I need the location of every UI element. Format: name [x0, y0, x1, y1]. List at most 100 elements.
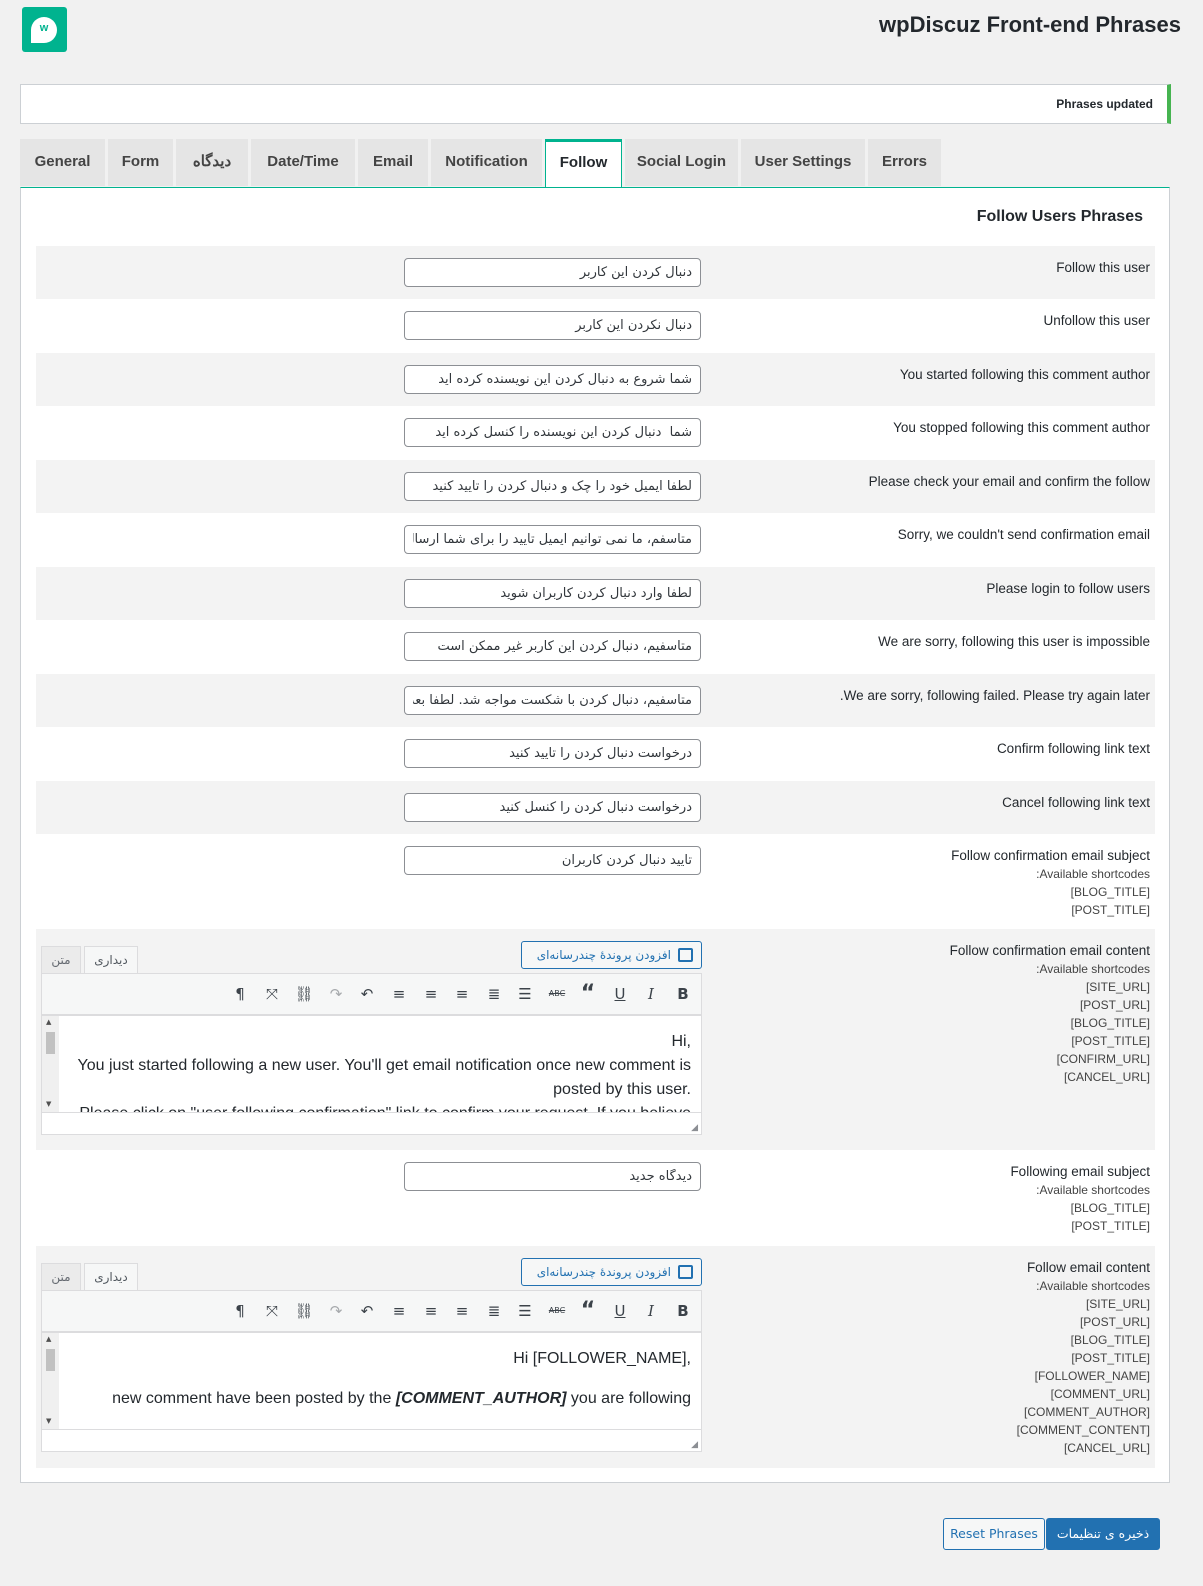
blockquote-icon[interactable]: “ — [577, 1300, 599, 1322]
phrase-row: You started following this comment autho… — [36, 353, 1155, 406]
blockquote-icon[interactable]: “ — [577, 983, 599, 1005]
phrase-label: Confirm following link text — [996, 741, 1150, 756]
phrase-row: Confirm following link text — [36, 727, 1155, 781]
phrase-label: Please check your email and confirm the … — [868, 474, 1150, 489]
phrase-label: Following email subject :Available short… — [1010, 1164, 1150, 1233]
fullscreen-icon[interactable]: ⤧ — [261, 1300, 283, 1322]
tab-social-login[interactable]: Social Login — [625, 139, 738, 186]
editor-text: Hi, You just started following a new use… — [77, 1033, 691, 1112]
phrase-label: .We are sorry, following failed. Please … — [839, 688, 1150, 703]
phrase-row: Sorry, we couldn't send confirmation ema… — [36, 513, 1155, 567]
phrases-panel: Follow Users Phrases Follow this user Un… — [20, 187, 1170, 1483]
add-media-button[interactable]: افزودن پروندهٔ چندرسانه‌ای — [521, 941, 702, 969]
phrase-label: Follow confirmation email subject :Avail… — [951, 848, 1150, 917]
media-icon — [678, 1265, 693, 1279]
phrase-input-check-email[interactable] — [404, 472, 701, 501]
reset-phrases-button[interactable]: Reset Phrases — [943, 1518, 1045, 1550]
logo-letter: w — [39, 22, 49, 34]
phrase-input-follow-impossible[interactable] — [404, 632, 701, 661]
editor-content[interactable]: ▲ ▼ Hi [FOLLOWER_NAME], new comment have … — [41, 1332, 702, 1430]
tab-form[interactable]: Form — [108, 139, 173, 186]
phrase-input-started-following[interactable] — [404, 365, 701, 394]
paragraph-direction-icon[interactable]: ¶ — [229, 983, 251, 1005]
phrase-row-follow-content: Follow email content :Available shortcod… — [36, 1246, 1155, 1468]
phrase-input-follow-failed[interactable] — [404, 686, 701, 715]
strikethrough-icon[interactable]: ABC — [546, 1300, 568, 1322]
phrase-label: Cancel following link text — [1002, 795, 1150, 810]
phrase-label: Follow this user — [1056, 260, 1150, 275]
align-left-icon[interactable]: ≡ — [451, 983, 473, 1005]
phrase-input-login-to-follow[interactable] — [404, 579, 701, 608]
tab-general[interactable]: General — [20, 139, 105, 186]
italic-icon[interactable]: I — [640, 1300, 662, 1322]
phrase-label: We are sorry, following this user is imp… — [878, 634, 1150, 649]
editor-toolbar: B I U “ ABC ☰ ≣ ≡ ≡ ≡ ↶ ↷ ⛓ ⤧ ¶ — [41, 973, 702, 1015]
fullscreen-icon[interactable]: ⤧ — [261, 983, 283, 1005]
bold-icon[interactable]: B — [672, 983, 694, 1005]
tab-notification[interactable]: Notification — [431, 139, 542, 186]
phrase-row: Cancel following link text — [36, 781, 1155, 834]
editor-content[interactable]: ▲ ▼ Hi, You just started following a new … — [41, 1015, 702, 1113]
strikethrough-icon[interactable]: ABC — [546, 983, 568, 1005]
align-center-icon[interactable]: ≡ — [420, 1300, 442, 1322]
phrase-input-cancel-link[interactable] — [404, 793, 701, 822]
section-title: Follow Users Phrases — [976, 208, 1143, 225]
bullet-list-icon[interactable]: ☰ — [514, 983, 536, 1005]
redo-icon[interactable]: ↷ — [325, 983, 347, 1005]
phrase-label: You stopped following this comment autho… — [893, 420, 1150, 435]
phrase-input-unfollow-user[interactable] — [404, 311, 701, 340]
phrase-label: Please login to follow users — [986, 581, 1150, 596]
phrase-input-follow-user[interactable] — [404, 258, 701, 287]
tab-errors[interactable]: Errors — [868, 139, 941, 186]
phrase-input-confirm-link[interactable] — [404, 739, 701, 768]
link-icon[interactable]: ⛓ — [293, 1300, 315, 1322]
phrase-row-confirm-content: Follow confirmation email content :Avail… — [36, 929, 1155, 1150]
phrase-input-confirm-subject[interactable] — [404, 846, 701, 875]
success-notice: Phrases updated — [20, 84, 1171, 124]
resize-handle-icon[interactable]: ◢ — [691, 1440, 698, 1450]
tab-comment[interactable]: دیدگاه — [176, 139, 248, 186]
align-left-icon[interactable]: ≡ — [451, 1300, 473, 1322]
phrase-label: Sorry, we couldn't send confirmation ema… — [897, 527, 1150, 542]
tab-follow[interactable]: Follow — [545, 139, 622, 188]
tab-visual[interactable]: دیداری — [84, 946, 138, 974]
tab-text[interactable]: متن — [41, 946, 81, 974]
phrase-label: You started following this comment autho… — [899, 367, 1150, 382]
editor-toolbar: B I U “ ABC ☰ ≣ ≡ ≡ ≡ ↶ ↷ ⛓ ⤧ ¶ — [41, 1290, 702, 1332]
numbered-list-icon[interactable]: ≣ — [483, 983, 505, 1005]
phrase-input-following-subject[interactable] — [404, 1162, 701, 1191]
italic-icon[interactable]: I — [640, 983, 662, 1005]
tab-visual[interactable]: دیداری — [84, 1263, 138, 1291]
bullet-list-icon[interactable]: ☰ — [514, 1300, 536, 1322]
tab-text[interactable]: متن — [41, 1263, 81, 1291]
underline-icon[interactable]: U — [609, 1300, 631, 1322]
add-media-button[interactable]: افزودن پروندهٔ چندرسانه‌ای — [521, 1258, 702, 1286]
editor-text: Hi [FOLLOWER_NAME], new comment have bee… — [112, 1350, 691, 1407]
page-title: wpDiscuz Front-end Phrases — [879, 12, 1181, 37]
align-right-icon[interactable]: ≡ — [388, 1300, 410, 1322]
undo-icon[interactable]: ↶ — [356, 1300, 378, 1322]
tab-date-time[interactable]: Date/Time — [251, 139, 355, 186]
logo-mark: w — [31, 17, 57, 43]
underline-icon[interactable]: U — [609, 983, 631, 1005]
phrase-row: You stopped following this comment autho… — [36, 406, 1155, 460]
align-center-icon[interactable]: ≡ — [420, 983, 442, 1005]
save-settings-button[interactable]: ذخیره ی تنظیمات — [1046, 1518, 1160, 1550]
editor-scrollbar[interactable]: ▲ ▼ — [42, 1016, 59, 1112]
resize-handle-icon[interactable]: ◢ — [691, 1123, 698, 1133]
numbered-list-icon[interactable]: ≣ — [483, 1300, 505, 1322]
undo-icon[interactable]: ↶ — [356, 983, 378, 1005]
link-icon[interactable]: ⛓ — [293, 983, 315, 1005]
phrase-label: Follow email content :Available shortcod… — [1016, 1260, 1150, 1455]
paragraph-direction-icon[interactable]: ¶ — [229, 1300, 251, 1322]
phrase-input-stopped-following[interactable] — [404, 418, 701, 447]
phrase-input-send-failed[interactable] — [404, 525, 701, 554]
editor-statusbar: ◢ — [41, 1430, 702, 1452]
redo-icon[interactable]: ↷ — [325, 1300, 347, 1322]
editor-scrollbar[interactable]: ▲ ▼ — [42, 1333, 59, 1429]
tab-email[interactable]: Email — [358, 139, 428, 186]
phrase-row: Follow this user — [36, 246, 1155, 299]
align-right-icon[interactable]: ≡ — [388, 983, 410, 1005]
bold-icon[interactable]: B — [672, 1300, 694, 1322]
tab-user-settings[interactable]: User Settings — [741, 139, 865, 186]
